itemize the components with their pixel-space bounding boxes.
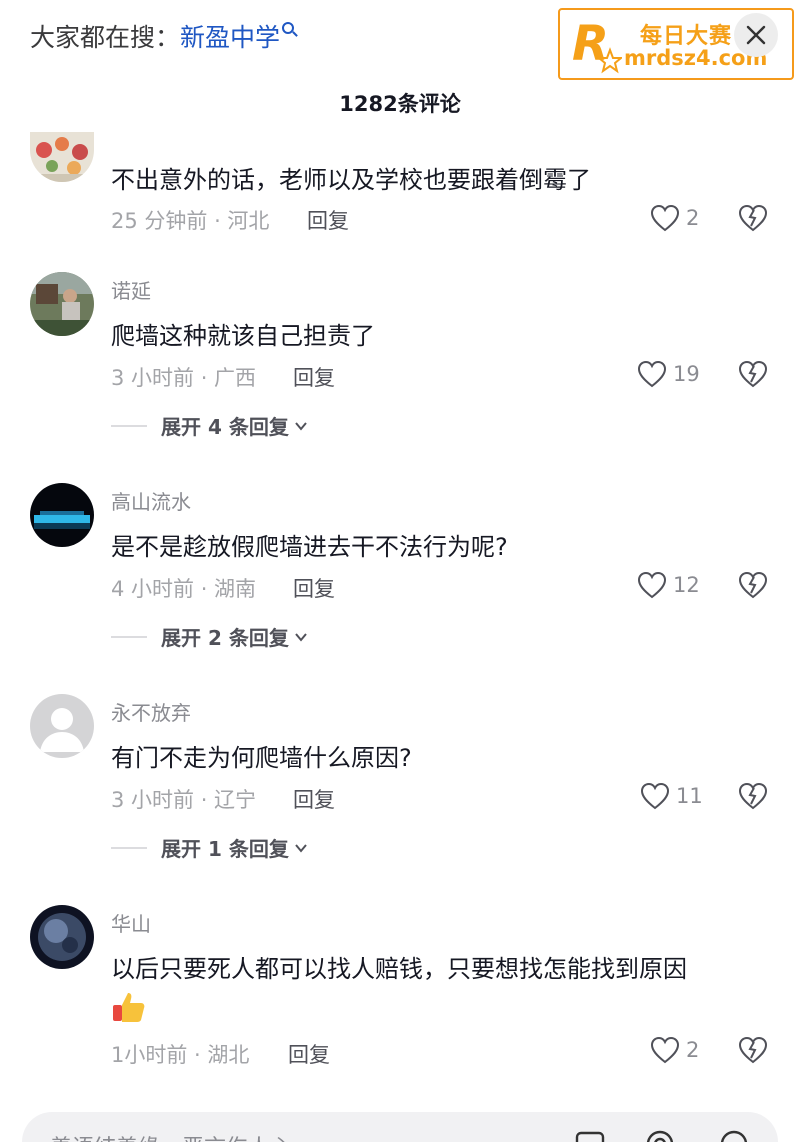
like-count: 19 bbox=[673, 362, 700, 386]
thumbs-up-emoji-icon bbox=[113, 993, 145, 1022]
heart-icon bbox=[650, 1036, 680, 1064]
like-button[interactable]: 2 bbox=[650, 1034, 699, 1066]
comment-text: 以后只要死人都可以找人赔钱，只要想找怎能找到原因 bbox=[111, 955, 687, 983]
like-button[interactable]: 2 bbox=[650, 202, 699, 234]
avatar[interactable] bbox=[30, 483, 94, 547]
avatar[interactable] bbox=[30, 694, 94, 758]
comment-meta: 25 分钟前 · 河北 bbox=[111, 209, 270, 233]
like-count: 12 bbox=[673, 573, 700, 597]
comment-text: 不出意外的话，老师以及学校也要跟着倒霉了 bbox=[111, 166, 591, 194]
reply-button[interactable]: 回复 bbox=[288, 1039, 330, 1069]
like-button[interactable]: 12 bbox=[637, 569, 700, 601]
avatar[interactable] bbox=[30, 272, 94, 336]
svg-text:R: R bbox=[572, 16, 609, 72]
heart-icon bbox=[637, 360, 667, 388]
comment-meta: 1小时前 · 湖北 bbox=[111, 1043, 250, 1067]
mention-icon[interactable] bbox=[644, 1128, 676, 1142]
reply-button[interactable]: 回复 bbox=[293, 784, 335, 814]
image-icon[interactable] bbox=[574, 1128, 606, 1142]
avatar[interactable] bbox=[30, 132, 94, 182]
chevron-down-icon bbox=[295, 843, 307, 853]
search-suggestion-keyword[interactable]: 新盈中学 bbox=[180, 23, 280, 52]
reply-button[interactable]: 回复 bbox=[293, 573, 335, 603]
like-button[interactable]: 19 bbox=[637, 358, 700, 390]
expand-replies-button[interactable]: 展开 2 条回复 bbox=[111, 622, 309, 651]
expand-replies-button[interactable]: 展开 1 条回复 bbox=[111, 833, 309, 862]
expand-replies-label: 展开 4 条回复 bbox=[161, 415, 289, 439]
like-count: 11 bbox=[676, 784, 703, 808]
avatar[interactable] bbox=[30, 905, 94, 969]
comment-text: 是不是趁放假爬墙进去干不法行为呢? bbox=[111, 533, 508, 561]
comment-meta: 4 小时前 · 湖南 bbox=[111, 577, 257, 601]
expand-replies-label: 展开 1 条回复 bbox=[161, 837, 289, 861]
like-count: 2 bbox=[686, 206, 700, 230]
dislike-icon[interactable] bbox=[737, 202, 769, 234]
comment-username[interactable]: 永不放弃 bbox=[111, 697, 191, 726]
expand-replies-button[interactable]: 展开 4 条回复 bbox=[111, 411, 309, 440]
comment-count-title: 1282条评论 bbox=[339, 92, 461, 116]
search-suggestion[interactable]: 大家都在搜：新盈中学 bbox=[30, 18, 295, 54]
dislike-icon[interactable] bbox=[737, 1034, 769, 1066]
expand-divider bbox=[111, 846, 147, 849]
watermark-r-logo-icon: R bbox=[572, 16, 622, 74]
heart-icon bbox=[637, 571, 667, 599]
comment-input[interactable]: 善语结善缘，恶言伤人心 bbox=[22, 1112, 778, 1142]
close-button[interactable] bbox=[734, 13, 778, 57]
comment-text: 爬墙这种就该自己担责了 bbox=[111, 322, 375, 350]
heart-icon bbox=[640, 782, 670, 810]
expand-divider bbox=[111, 635, 147, 638]
comment-username[interactable]: 诺延 bbox=[111, 275, 151, 304]
comment-text: 有门不走为何爬墙什么原因? bbox=[111, 744, 412, 772]
dislike-icon[interactable] bbox=[737, 780, 769, 812]
expand-replies-label: 展开 2 条回复 bbox=[161, 626, 289, 650]
top-bar: 大家都在搜：新盈中学 R 每日大赛 mrdsz4.com bbox=[0, 0, 800, 80]
heart-icon bbox=[650, 204, 680, 232]
comment-meta: 3 小时前 · 广西 bbox=[111, 366, 257, 390]
search-icon bbox=[282, 22, 295, 34]
reply-button[interactable]: 回复 bbox=[307, 205, 349, 235]
emoji-icon[interactable] bbox=[718, 1128, 750, 1142]
comment-meta: 3 小时前 · 辽宁 bbox=[111, 788, 257, 812]
chevron-down-icon bbox=[295, 632, 307, 642]
dislike-icon[interactable] bbox=[737, 569, 769, 601]
close-icon bbox=[746, 25, 766, 45]
like-count: 2 bbox=[686, 1038, 700, 1062]
dislike-icon[interactable] bbox=[737, 358, 769, 390]
comment-username[interactable]: 华山 bbox=[111, 908, 151, 937]
expand-divider bbox=[111, 424, 147, 427]
reply-button[interactable]: 回复 bbox=[293, 362, 335, 392]
search-suggestion-prefix: 大家都在搜： bbox=[30, 23, 181, 52]
comment-username[interactable]: 高山流水 bbox=[111, 486, 191, 515]
like-button[interactable]: 11 bbox=[640, 780, 703, 812]
comment-input-placeholder: 善语结善缘，恶言伤人心 bbox=[50, 1130, 292, 1142]
chevron-down-icon bbox=[295, 421, 307, 431]
